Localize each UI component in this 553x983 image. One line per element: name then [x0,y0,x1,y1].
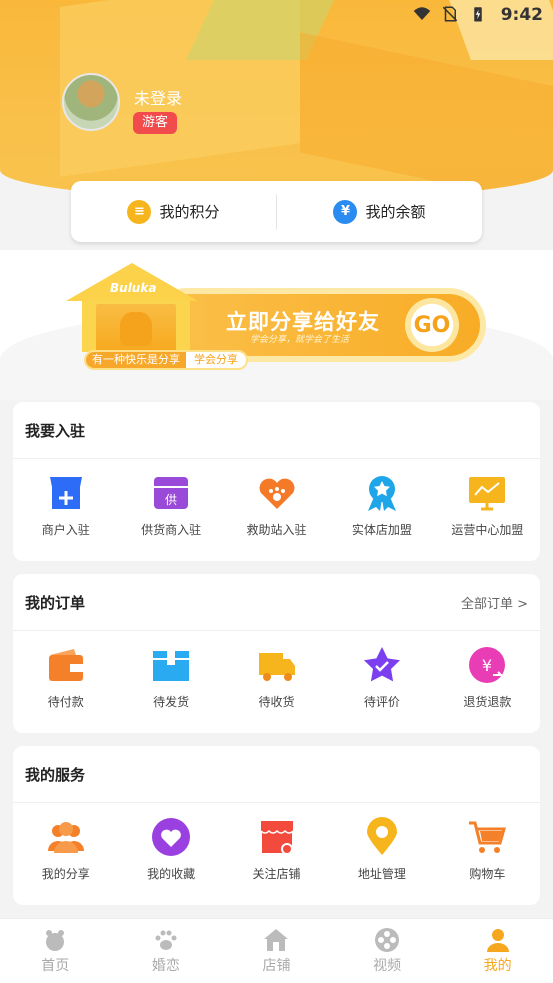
pending-receipt-button[interactable]: 待收货 [224,645,329,710]
paw-heart-icon [259,478,294,509]
cell-label: 待收货 [258,695,295,709]
wifi-icon [413,7,431,20]
address-manage-button[interactable]: 地址管理 [329,817,434,882]
cell-label: 我的分享 [41,867,90,881]
cell-label: 待评价 [363,695,400,709]
battery-charging-icon [474,7,482,22]
settle-in-section: 我要入驻 商户入驻 供 供货商入驻 救助站入驻 实体店加盟 运营中心加盟 [13,402,540,561]
tab-video[interactable]: 视频 [332,919,443,983]
ribbon-star-icon [367,476,396,511]
home-pet-icon [46,930,65,951]
tab-label: 店铺 [262,958,291,974]
pending-review-button[interactable]: 待评价 [329,645,434,710]
supplier-icon: 供 [154,477,189,509]
location-pin-icon [366,817,397,855]
film-reel-icon [375,928,400,952]
my-points-label: 我的积分 [159,203,220,221]
merchant-join-button[interactable]: 商户入驻 [13,473,118,538]
supplier-join-button[interactable]: 供 供货商入驻 [118,473,223,538]
my-balance-button[interactable]: ¥ 我的余额 [277,199,482,224]
tab-home[interactable]: 首页 [0,919,111,983]
all-orders-link[interactable]: 全部订单 > [461,593,528,612]
followed-shops-button[interactable]: 关注店铺 [224,817,329,882]
balance-card: ≡ 我的积分 ¥ 我的余额 [71,181,482,242]
cell-label: 待发货 [153,695,190,709]
box-icon [153,651,190,681]
cell-label: 待付款 [47,695,84,709]
tab-label: 我的 [483,958,512,974]
rescue-join-button[interactable]: 救助站入驻 [224,473,329,538]
section-title: 我要入驻 [25,421,86,440]
person-icon [486,929,509,952]
no-sim-icon [442,6,458,22]
coins-icon: ≡ [127,199,152,224]
monitor-chart-icon [469,477,506,511]
orders-section: 我的订单 全部订单 > 待付款 待发货 待收货 待评价 ¥ 退货退款 [13,574,540,733]
cell-label: 救助站入驻 [246,523,307,537]
services-section: 我的服务 我的分享 我的收藏 关注店铺 地址管理 购物车 [13,746,540,905]
star-check-icon [363,647,400,682]
tag-left: 有一种快乐是分享 [86,352,186,368]
tab-label: 视频 [373,958,402,974]
house-icon [264,929,289,951]
people-icon [47,822,84,853]
role-badge: 游客 [133,112,178,134]
cell-label: 关注店铺 [252,867,301,881]
cell-label: 商户入驻 [41,523,90,537]
cart-button[interactable]: 购物车 [435,817,540,882]
my-share-button[interactable]: 我的分享 [13,817,118,882]
cell-label: 供货商入驻 [141,523,202,537]
banner-tag: 有一种快乐是分享 学会分享 [84,350,248,370]
status-bar: 9:42 [0,0,553,30]
operation-center-button[interactable]: 运营中心加盟 [435,473,540,538]
share-banner-area: 立即分享给好友 学会分享，就学会了生活 GO Buluka 有一种快乐是分享 学… [0,250,553,400]
go-button[interactable]: GO [405,298,459,352]
my-balance-label: 我的余额 [365,203,426,221]
tab-shop[interactable]: 店铺 [221,919,332,983]
wallet-icon [48,649,83,681]
cart-icon [469,821,507,853]
tab-dating[interactable]: 婚恋 [111,919,222,983]
section-title: 我的服务 [25,765,86,784]
dog-icon [120,312,152,346]
cell-label: 运营中心加盟 [451,523,524,537]
brand-label: Buluka [110,281,157,295]
cell-label: 购物车 [469,867,506,881]
shop-follow-icon [259,821,294,855]
heart-icon [152,818,191,856]
svg-text:¥: ¥ [482,656,492,675]
banner-subtitle: 学会分享，就学会了生活 [250,335,350,345]
my-favorites-button[interactable]: 我的收藏 [118,817,223,882]
yen-icon: ¥ [333,199,358,224]
store-add-icon [49,477,82,509]
paw-icon [155,930,177,950]
tab-label: 首页 [41,958,70,974]
svg-text:供: 供 [165,493,177,507]
pending-payment-button[interactable]: 待付款 [13,645,118,710]
cell-label: 地址管理 [357,867,406,881]
pending-shipment-button[interactable]: 待发货 [118,645,223,710]
my-points-button[interactable]: ≡ 我的积分 [71,199,276,224]
tab-label: 婚恋 [151,958,180,974]
tab-mine[interactable]: 我的 [442,919,553,983]
truck-icon [258,653,295,681]
cell-label: 实体店加盟 [351,523,412,537]
store-franchise-button[interactable]: 实体店加盟 [329,473,434,538]
status-time: 9:42 [500,5,543,25]
avatar[interactable] [62,73,120,131]
cell-label: 我的收藏 [147,867,196,881]
bottom-tab-bar: 首页 婚恋 店铺 视频 我的 [0,918,553,983]
section-title: 我的订单 [25,593,86,612]
tag-right: 学会分享 [186,352,246,368]
refund-button[interactable]: ¥ 退货退款 [435,645,540,710]
cell-label: 退货退款 [463,695,512,709]
refund-icon: ¥ [469,647,506,683]
username[interactable]: 未登录 [134,85,182,109]
